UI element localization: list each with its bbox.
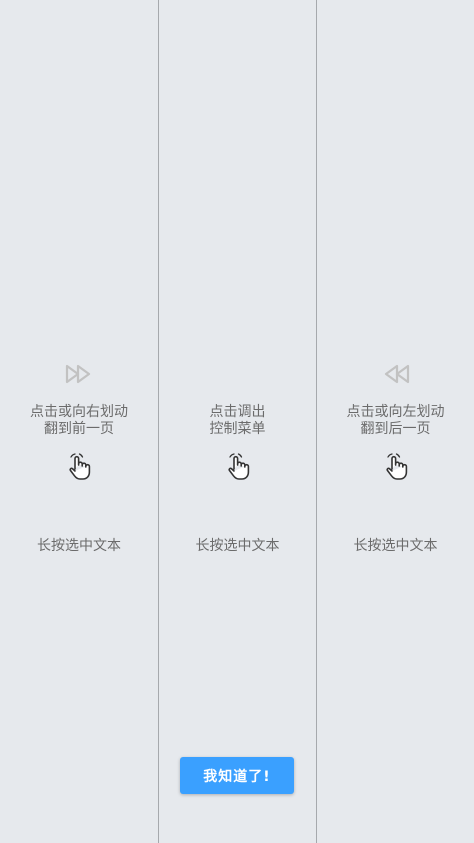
hint-line: 控制菜单 — [209, 421, 266, 437]
hint-line: 翻到前一页 — [44, 421, 114, 437]
tap-hand-icon — [227, 453, 249, 480]
fast-forward-icon — [65, 364, 91, 384]
tap-hand-icon — [69, 453, 91, 480]
hint-line: 翻到后一页 — [360, 421, 431, 437]
reading-gesture-guide[interactable]: 点击或向右划动 翻到前一页 长按选中文本 点击调出 控制菜单 长按选中文本 点击… — [0, 0, 474, 843]
hint-line: 点击调出 — [209, 404, 266, 420]
left-zone-hint: 点击或向右划动 翻到前一页 — [0, 404, 158, 438]
center-tap-zone[interactable]: 点击调出 控制菜单 长按选中文本 — [158, 0, 316, 843]
long-press-hint: 长按选中文本 — [37, 538, 121, 554]
long-press-hint: 长按选中文本 — [353, 538, 438, 554]
got-it-button[interactable]: 我知道了! — [180, 757, 294, 794]
center-zone-hint: 点击调出 控制菜单 — [159, 404, 316, 438]
tap-hand-icon — [385, 453, 407, 480]
hint-line: 点击或向左划动 — [346, 404, 445, 420]
right-zone-hint: 点击或向左划动 翻到后一页 — [317, 404, 474, 438]
hint-line: 点击或向右划动 — [30, 404, 128, 420]
rewind-icon — [384, 364, 409, 384]
left-tap-zone[interactable]: 点击或向右划动 翻到前一页 长按选中文本 — [0, 0, 158, 843]
right-tap-zone[interactable]: 点击或向左划动 翻到后一页 长按选中文本 — [316, 0, 474, 843]
long-press-hint: 长按选中文本 — [195, 538, 280, 554]
